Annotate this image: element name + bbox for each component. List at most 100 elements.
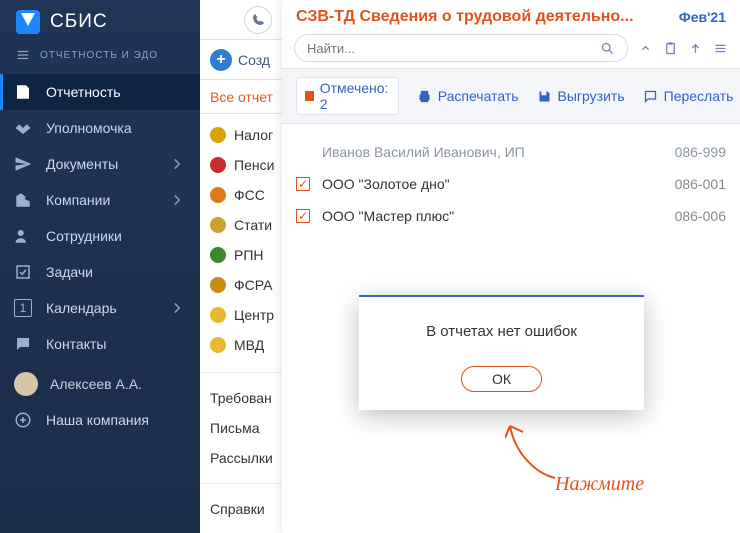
phone-icon bbox=[252, 13, 265, 26]
agency-icon bbox=[210, 217, 226, 233]
link-item[interactable]: Письма bbox=[210, 413, 282, 443]
agency-label: РПН bbox=[234, 247, 264, 263]
agency-item[interactable]: Стати bbox=[200, 210, 282, 240]
agency-item[interactable]: Налог bbox=[200, 120, 282, 150]
ok-button[interactable]: ОК bbox=[461, 366, 542, 392]
row-checkbox[interactable] bbox=[296, 209, 310, 223]
agency-item[interactable]: Центр bbox=[200, 300, 282, 330]
sidebar-item-label: Компании bbox=[46, 192, 110, 208]
annotation-text: Нажмите bbox=[555, 473, 644, 496]
center-topbar bbox=[200, 0, 282, 40]
org-name: ООО "Мастер плюс" bbox=[322, 208, 663, 224]
sidebar-item-reports[interactable]: Отчетность bbox=[0, 74, 200, 110]
sidebar-item-label: Сотрудники bbox=[46, 228, 122, 244]
chevron-right-icon bbox=[168, 299, 186, 317]
selection-label: Отмечено: 2 bbox=[320, 80, 390, 112]
forward-icon bbox=[643, 89, 658, 104]
print-icon bbox=[417, 89, 432, 104]
app-logo-icon bbox=[16, 10, 40, 34]
search-input[interactable] bbox=[307, 41, 600, 56]
agency-label: ФСРА bbox=[234, 277, 273, 293]
agency-list: Налог Пенси ФСС Стати РПН ФСРА ЦентрМВД bbox=[200, 114, 282, 366]
row-checkbox[interactable] bbox=[296, 177, 310, 191]
create-label: Созд bbox=[238, 52, 270, 68]
detail-header: СЗВ-ТД Сведения о трудовой деятельно... … bbox=[282, 0, 740, 28]
sidebar-user[interactable]: Алексеев А.А. bbox=[0, 366, 200, 402]
center-column: + Созд Все отчет Налог Пенси ФСС Стати РПН ФС… bbox=[200, 0, 282, 533]
sidebar-item-contacts[interactable]: Контакты bbox=[0, 326, 200, 362]
chevron-right-icon bbox=[168, 155, 186, 173]
sidebar-item-companies[interactable]: Компании bbox=[0, 182, 200, 218]
create-button[interactable]: + Созд bbox=[200, 40, 282, 80]
search-icon[interactable] bbox=[600, 41, 615, 56]
org-row[interactable]: ООО "Мастер плюс" 086-006 bbox=[296, 200, 726, 232]
agency-icon bbox=[210, 187, 226, 203]
detail-toolbar bbox=[282, 28, 740, 69]
org-row[interactable]: Иванов Василий Иванович, ИП086-999 bbox=[296, 136, 726, 168]
clipboard-icon[interactable] bbox=[663, 41, 678, 56]
forward-button[interactable]: Переслать bbox=[643, 88, 734, 104]
org-name: ООО "Золотое дно" bbox=[322, 176, 663, 192]
agency-label: ФСС bbox=[234, 187, 265, 203]
save-icon bbox=[537, 89, 552, 104]
sidebar-company-label: Наша компания bbox=[46, 412, 149, 428]
sidebar-item-label: Контакты bbox=[46, 336, 106, 352]
detail-period[interactable]: Фев'21 bbox=[679, 9, 726, 25]
print-button[interactable]: Распечатать bbox=[417, 88, 519, 104]
sidebar-item-employees[interactable]: Сотрудники bbox=[0, 218, 200, 254]
handshake-icon bbox=[14, 119, 32, 137]
print-label: Распечатать bbox=[438, 88, 519, 104]
sidebar-item-tasks[interactable]: Задачи bbox=[0, 254, 200, 290]
link-item[interactable]: Рассылки bbox=[210, 443, 282, 473]
sidebar-user-name: Алексеев А.А. bbox=[50, 376, 142, 392]
tab-all-reports[interactable]: Все отчет bbox=[210, 89, 273, 105]
avatar bbox=[14, 372, 38, 396]
sidebar: СБИС ОТЧЕТНОСТЬ И ЭДО Отчетность Уполном… bbox=[0, 0, 200, 533]
agency-item[interactable]: МВД bbox=[200, 330, 282, 360]
agency-item[interactable]: Пенси bbox=[200, 150, 282, 180]
selection-icon bbox=[305, 91, 314, 101]
links-section-2: Справки bbox=[200, 483, 282, 524]
app-section-switcher[interactable]: ОТЧЕТНОСТЬ И ЭДО bbox=[0, 44, 200, 74]
agency-icon bbox=[210, 277, 226, 293]
menu-icon[interactable] bbox=[713, 41, 728, 56]
export-button[interactable]: Выгрузить bbox=[537, 88, 625, 104]
sidebar-item-label: Документы bbox=[46, 156, 118, 172]
sidebar-item-authorization[interactable]: Уполномочка bbox=[0, 110, 200, 146]
people-icon bbox=[14, 227, 32, 245]
detail-title: СЗВ-ТД Сведения о трудовой деятельно... bbox=[296, 8, 671, 26]
companies-icon bbox=[14, 191, 32, 209]
agency-item[interactable]: РПН bbox=[200, 240, 282, 270]
org-row[interactable]: ООО "Золотое дно"086-001 bbox=[296, 168, 726, 200]
link-item[interactable]: Требован bbox=[210, 383, 282, 413]
org-code: 086-006 bbox=[675, 208, 726, 224]
upload-icon[interactable] bbox=[688, 41, 703, 56]
plus-icon: + bbox=[210, 49, 232, 71]
sidebar-item-label: Уполномочка bbox=[46, 120, 132, 136]
export-label: Выгрузить bbox=[558, 88, 625, 104]
sidebar-item-calendar[interactable]: 1 Календарь bbox=[0, 290, 200, 326]
app-name: СБИС bbox=[50, 11, 108, 33]
detail-panel: СЗВ-ТД Сведения о трудовой деятельно... … bbox=[282, 0, 740, 533]
sidebar-company[interactable]: Наша компания bbox=[0, 402, 200, 438]
link-item[interactable]: Справки bbox=[210, 494, 282, 524]
agency-label: Налог bbox=[234, 127, 273, 143]
app-logo[interactable]: СБИС bbox=[0, 0, 200, 44]
agency-label: Стати bbox=[234, 217, 272, 233]
expand-icon[interactable] bbox=[638, 41, 653, 56]
info-dialog: В отчетах нет ошибок ОК bbox=[359, 295, 644, 410]
links-section: ТребованПисьмаРассылки bbox=[200, 372, 282, 473]
search-box[interactable] bbox=[294, 34, 628, 62]
agency-icon bbox=[210, 307, 226, 323]
agency-icon bbox=[210, 247, 226, 263]
agency-icon bbox=[210, 127, 226, 143]
agency-item[interactable]: ФСРА bbox=[200, 270, 282, 300]
chevron-right-icon bbox=[168, 191, 186, 209]
reports-tabs: Все отчет bbox=[200, 80, 282, 114]
sidebar-item-documents[interactable]: Документы bbox=[0, 146, 200, 182]
agency-item[interactable]: ФСС bbox=[200, 180, 282, 210]
selection-count[interactable]: Отмечено: 2 bbox=[296, 77, 399, 115]
calendar-badge-icon: 1 bbox=[14, 299, 32, 317]
phone-button[interactable] bbox=[244, 6, 272, 34]
agency-icon bbox=[210, 337, 226, 353]
